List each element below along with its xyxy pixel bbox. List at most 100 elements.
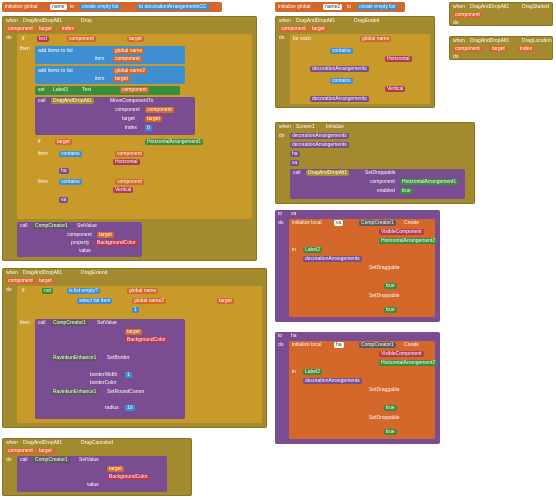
param-target[interactable]: target	[310, 26, 327, 32]
global-name[interactable]: name2	[323, 4, 343, 10]
true-value[interactable]: true	[384, 405, 397, 411]
get-target[interactable]: target	[55, 139, 72, 145]
move-component-block[interactable]: call DragAndDropAlt1 MoveComponentTo com…	[35, 97, 195, 135]
not-block[interactable]: not	[42, 288, 53, 294]
call-dec-arr[interactable]: decorationArrangements	[290, 133, 349, 139]
contains-block[interactable]: contains	[330, 48, 353, 54]
text-prop[interactable]: Text	[80, 87, 94, 93]
param-target[interactable]: target	[490, 46, 507, 52]
proc-ha-block[interactable]: to ha do initialize local ha CompCreator…	[275, 332, 440, 444]
horiz1[interactable]: HorizontalArrangement1	[145, 139, 204, 145]
comp-creator[interactable]: CompCreator1	[359, 342, 396, 348]
num-10[interactable]: 10	[125, 405, 135, 411]
if-block[interactable]: if text component target then add items …	[17, 34, 252, 219]
param-component[interactable]: component	[279, 26, 308, 32]
event-component[interactable]: DragAndDropAlt1	[468, 38, 512, 44]
event-component[interactable]: Screen1	[294, 124, 317, 130]
comp-creator[interactable]: CompCreator1	[51, 320, 88, 326]
get-target[interactable]: target	[127, 36, 144, 42]
dec-arr[interactable]: decorationArrangements	[303, 256, 362, 262]
get-component[interactable]: component	[115, 151, 144, 157]
param-component[interactable]: component	[6, 278, 35, 284]
label3[interactable]: Label3	[51, 87, 71, 93]
call-dec-arr-2[interactable]: decorationArrangements	[290, 142, 349, 148]
init-local-block[interactable]: initialize local ha CompCreator1 Create …	[289, 341, 438, 439]
if-block[interactable]: if not is list empty? global name select…	[17, 286, 262, 423]
vertical-text[interactable]: Vertical	[385, 86, 406, 92]
get-target[interactable]: target	[217, 298, 234, 304]
num-1[interactable]: 1	[125, 372, 132, 378]
true-value[interactable]: true	[400, 188, 413, 194]
dragdrop-component[interactable]: DragAndDropAlt1	[51, 98, 95, 104]
global-variable-block-2[interactable]: initialize global name2 to create empty …	[275, 2, 405, 12]
local-var-name[interactable]: ha	[334, 342, 344, 348]
visible-component[interactable]: VisibleComponent	[379, 351, 424, 357]
global-variable-block[interactable]: initialize global name to create empty l…	[2, 2, 222, 12]
dec-arr[interactable]: decorationArrangements	[310, 66, 369, 72]
get-component[interactable]: component	[113, 56, 142, 62]
ravinkun-2[interactable]: RavinkunEnhance1	[51, 389, 99, 395]
label1[interactable]: Label2	[303, 369, 323, 375]
horizontal-text[interactable]: Horizontal	[385, 56, 412, 62]
true-value[interactable]: true	[384, 429, 397, 435]
dec-arr[interactable]: decorationArrangements	[303, 378, 362, 384]
horizontal-text[interactable]: Horizontal	[113, 159, 140, 165]
param-target[interactable]: target	[37, 278, 54, 284]
get-target[interactable]: target	[125, 329, 142, 335]
get-component[interactable]: component	[115, 179, 144, 185]
bg-color[interactable]: BackgroundColor	[125, 337, 168, 343]
global-name-ref[interactable]: global name	[113, 48, 145, 54]
param-index[interactable]: index	[518, 46, 534, 52]
dec-arr[interactable]: decorationArrangements	[310, 96, 369, 102]
drag-ended-block[interactable]: when DragAndDropAlt1 DragEnded component…	[275, 16, 435, 108]
call-va[interactable]: va	[59, 197, 69, 203]
drag-extend-block[interactable]: when DragAndDropAlt1 DragExtend componen…	[2, 268, 267, 428]
global-name2-ref[interactable]: global name2	[132, 298, 167, 304]
num-0[interactable]: 0	[145, 125, 152, 131]
drag-location-block[interactable]: when DragAndDropAlt1 DragLocation compon…	[449, 36, 553, 60]
get-component[interactable]: component	[145, 107, 174, 113]
add-items-block-2[interactable]: add items to list global name2 item targ…	[35, 66, 185, 84]
get-target[interactable]: target	[97, 232, 114, 238]
inner-if-block[interactable]: if target HorizontalArrangement1 then co…	[35, 137, 240, 215]
create-empty-list[interactable]: create empty list	[357, 4, 398, 10]
event-component[interactable]: DragAndDropAlt1	[21, 270, 65, 276]
dragdrop-component[interactable]: DragAndDropAlt1	[306, 170, 350, 176]
get-target[interactable]: target	[107, 466, 124, 472]
param-component[interactable]: component	[453, 12, 482, 18]
global-name-ref[interactable]: global name	[127, 288, 159, 294]
visible-component[interactable]: VisibleComponent	[379, 229, 424, 235]
contains-block[interactable]: contains	[59, 151, 82, 157]
horiz1[interactable]: HorizontalArrangement1	[400, 179, 459, 185]
event-component[interactable]: DragAndDropAlt1	[21, 18, 65, 24]
set-label-block[interactable]: set Label3 Text component	[35, 86, 180, 95]
bg-color[interactable]: BackgroundColor	[107, 474, 150, 480]
label2[interactable]: Label2	[303, 247, 323, 253]
true-value[interactable]: true	[384, 307, 397, 313]
call-va[interactable]: va	[290, 160, 300, 166]
call-ha[interactable]: ha	[290, 151, 300, 157]
param-component[interactable]: component	[6, 26, 35, 32]
create-empty-list[interactable]: create empty list	[80, 4, 121, 10]
is-list-empty[interactable]: is list empty?	[67, 288, 100, 294]
add-items-block[interactable]: add items to list global name item compo…	[35, 46, 185, 64]
init-local-block[interactable]: initialize local va CompCreator1 Create …	[289, 219, 438, 317]
set-value-block[interactable]: call CompCreator1 SetValue target Backgr…	[17, 456, 167, 492]
contains-block[interactable]: contains	[59, 179, 82, 185]
comp-creator[interactable]: CompCreator1	[33, 223, 70, 229]
text-block[interactable]: text	[37, 36, 50, 42]
global-name2-ref[interactable]: global name2	[113, 68, 148, 74]
param-index[interactable]: index	[60, 26, 76, 32]
param-target[interactable]: target	[37, 448, 54, 454]
proc-va-block[interactable]: to va do initialize local va CompCreator…	[275, 210, 440, 322]
set-value-block[interactable]: call CompCreator1 SetValue target Backgr…	[35, 319, 185, 419]
global-extra[interactable]: to decorationArrangementsCC	[137, 4, 209, 10]
screen-init-block[interactable]: when Screen1 Initialize do decorationArr…	[275, 122, 475, 204]
drop-event-block[interactable]: when DragAndDropAlt1 Drop component targ…	[2, 16, 257, 261]
param-component[interactable]: component	[453, 46, 482, 52]
event-component[interactable]: DragAndDropAlt1	[21, 440, 65, 446]
get-target[interactable]: target	[145, 116, 162, 122]
get-component[interactable]: component	[67, 36, 96, 42]
horiz2[interactable]: HorizontalArrangement2	[379, 238, 438, 244]
ravinkun[interactable]: RavinkunEnhance1	[51, 355, 99, 361]
